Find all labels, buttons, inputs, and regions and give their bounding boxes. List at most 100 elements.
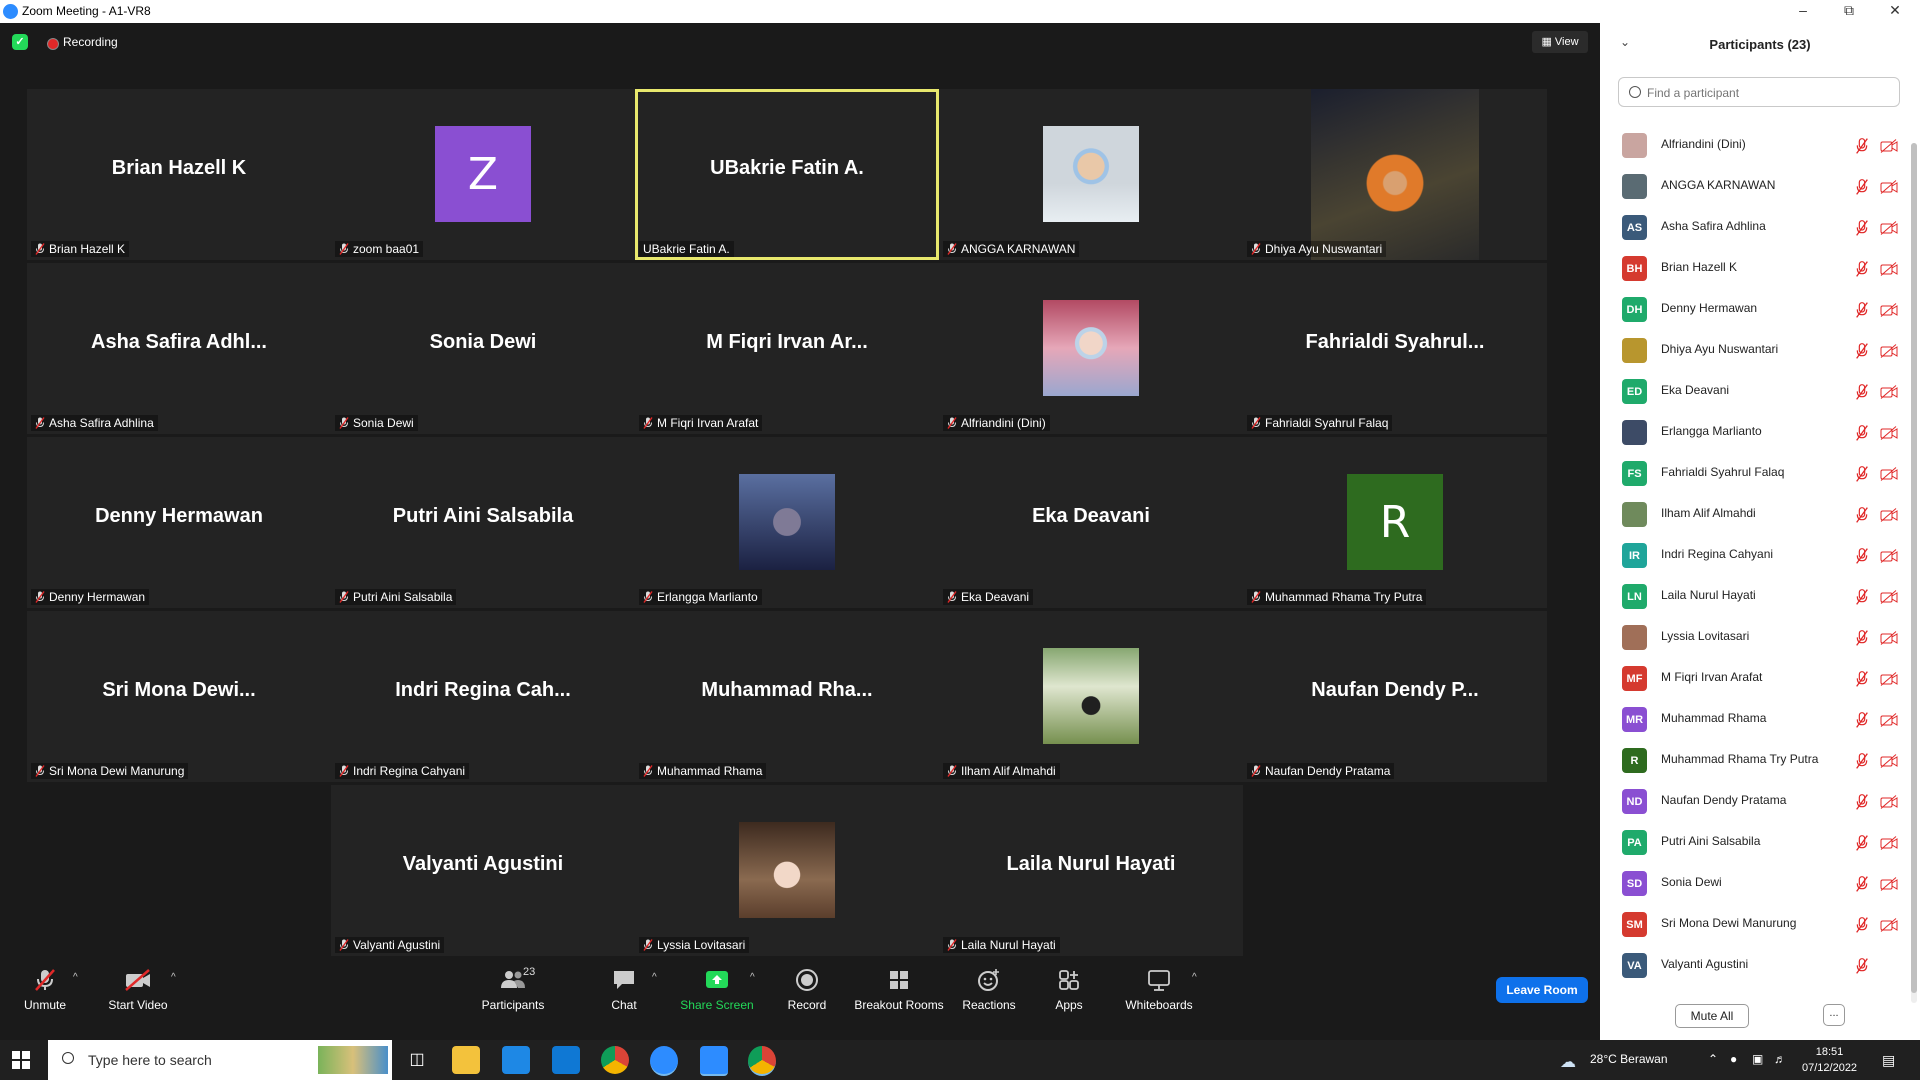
participant-row[interactable]: Lyssia Lovitasari — [1600, 616, 1912, 657]
video-tile[interactable]: R Muhammad Rhama Try Putra — [1243, 437, 1547, 608]
camera-off-icon[interactable] — [1880, 836, 1898, 850]
volume-icon[interactable]: ♬ — [1774, 1052, 1786, 1066]
weather-text[interactable]: 28°C Berawan — [1590, 1052, 1668, 1066]
participant-row[interactable]: VA Valyanti Agustini — [1600, 944, 1912, 984]
video-tile[interactable]: Denny Hermawan Denny Hermawan — [27, 437, 331, 608]
microphone-muted-icon[interactable] — [1855, 466, 1869, 482]
scrollbar-thumb[interactable] — [1911, 143, 1917, 993]
video-tile[interactable]: Asha Safira Adhl... Asha Safira Adhlina — [27, 263, 331, 434]
notification-icon[interactable]: ▤ — [1882, 1052, 1895, 1069]
camera-off-icon[interactable] — [1880, 754, 1898, 768]
camera-off-icon[interactable] — [1880, 672, 1898, 686]
microphone-muted-icon[interactable] — [1855, 507, 1869, 523]
video-tile[interactable]: Muhammad Rha... Muhammad Rhama — [635, 611, 939, 782]
participant-row[interactable]: MF M Fiqri Irvan Arafat — [1600, 657, 1912, 698]
camera-off-icon[interactable] — [1880, 508, 1898, 522]
security-shield-icon[interactable]: ✓ — [12, 34, 28, 50]
video-tile[interactable]: Putri Aini Salsabila Putri Aini Salsabila — [331, 437, 635, 608]
camera-off-icon[interactable] — [1880, 795, 1898, 809]
camera-off-icon[interactable] — [1880, 262, 1898, 276]
camera-off-icon[interactable] — [1880, 918, 1898, 932]
participant-row[interactable]: LN Laila Nurul Hayati — [1600, 575, 1912, 616]
participant-row[interactable]: R Muhammad Rhama Try Putra — [1600, 739, 1912, 780]
tray-mic-icon[interactable]: ● — [1730, 1052, 1737, 1066]
video-tile[interactable]: Lyssia Lovitasari — [635, 785, 939, 956]
participant-row[interactable]: BH Brian Hazell K — [1600, 247, 1912, 288]
participant-row[interactable]: SD Sonia Dewi — [1600, 862, 1912, 903]
mute-all-button[interactable]: Mute All — [1675, 1004, 1749, 1028]
microphone-muted-icon[interactable] — [1855, 835, 1869, 851]
participant-row[interactable]: Ilham Alif Almahdi — [1600, 493, 1912, 534]
participant-row[interactable]: ND Naufan Dendy Pratama — [1600, 780, 1912, 821]
close-icon[interactable]: ✕ — [1872, 0, 1918, 23]
file-explorer-icon[interactable] — [452, 1046, 480, 1074]
record-button[interactable]: Record — [762, 968, 852, 1012]
video-tile[interactable]: Naufan Dendy P... Naufan Dendy Pratama — [1243, 611, 1547, 782]
windows-start-icon[interactable] — [12, 1051, 30, 1069]
weather-cloud-icon[interactable]: ☁ — [1560, 1052, 1576, 1072]
microphone-muted-icon[interactable] — [1855, 794, 1869, 810]
microphone-muted-icon[interactable] — [1855, 261, 1869, 277]
camera-off-icon[interactable] — [1880, 467, 1898, 481]
microphone-muted-icon[interactable] — [1855, 876, 1869, 892]
reactions-button[interactable]: Reactions — [944, 968, 1034, 1012]
participant-row[interactable]: ED Eka Deavani — [1600, 370, 1912, 411]
camera-off-icon[interactable] — [1880, 139, 1898, 153]
camera-off-icon[interactable] — [1880, 713, 1898, 727]
video-tile[interactable]: Indri Regina Cah... Indri Regina Cahyani — [331, 611, 635, 782]
video-tile[interactable]: Alfriandini (Dini) — [939, 263, 1243, 434]
camera-off-icon[interactable] — [1880, 631, 1898, 645]
video-tile[interactable]: Sonia Dewi Sonia Dewi — [331, 263, 635, 434]
microphone-muted-icon[interactable] — [1855, 138, 1869, 154]
video-tile[interactable]: Sri Mona Dewi... Sri Mona Dewi Manurung — [27, 611, 331, 782]
microphone-muted-icon[interactable] — [1855, 302, 1869, 318]
minimize-icon[interactable]: – — [1780, 0, 1826, 23]
camera-off-icon[interactable] — [1880, 385, 1898, 399]
video-tile[interactable]: ANGGA KARNAWAN — [939, 89, 1243, 260]
microphone-muted-icon[interactable] — [1855, 671, 1869, 687]
whiteboards-button[interactable]: Whiteboards — [1114, 968, 1204, 1012]
participant-row[interactable]: AS Asha Safira Adhlina — [1600, 206, 1912, 247]
microphone-muted-icon[interactable] — [1855, 220, 1869, 236]
chat-options-caret-icon[interactable]: ^ — [652, 972, 657, 983]
mail-icon[interactable] — [552, 1046, 580, 1074]
video-tile[interactable]: Erlangga Marlianto — [635, 437, 939, 608]
tray-chevron-icon[interactable]: ⌃ — [1708, 1052, 1718, 1066]
video-tile[interactable]: Laila Nurul Hayati Laila Nurul Hayati — [939, 785, 1243, 956]
participant-row[interactable]: IR Indri Regina Cahyani — [1600, 534, 1912, 575]
participant-row[interactable]: Dhiya Ayu Nuswantari — [1600, 329, 1912, 370]
microphone-muted-icon[interactable] — [1855, 548, 1869, 564]
camera-off-icon[interactable] — [1880, 590, 1898, 604]
taskbar-search-box[interactable]: Type here to search — [48, 1040, 392, 1080]
chrome-icon[interactable] — [601, 1046, 629, 1074]
microphone-muted-icon[interactable] — [1855, 958, 1869, 974]
microphone-muted-icon[interactable] — [1855, 343, 1869, 359]
participant-search-input[interactable] — [1645, 83, 1889, 103]
video-tile[interactable]: Zzoom baa01 — [331, 89, 635, 260]
microphone-muted-icon[interactable] — [1855, 712, 1869, 728]
camera-off-icon[interactable] — [1880, 344, 1898, 358]
camera-off-icon[interactable] — [1880, 221, 1898, 235]
video-tile[interactable]: Eka Deavani Eka Deavani — [939, 437, 1243, 608]
camera-off-icon[interactable] — [1880, 180, 1898, 194]
chrome-profile-icon[interactable] — [748, 1046, 776, 1076]
audio-options-caret-icon[interactable]: ^ — [73, 972, 78, 983]
microphone-muted-icon[interactable] — [1855, 425, 1869, 441]
video-tile[interactable]: Valyanti Agustini Valyanti Agustini — [331, 785, 635, 956]
participant-row[interactable]: Erlangga Marlianto — [1600, 411, 1912, 452]
video-options-caret-icon[interactable]: ^ — [171, 972, 176, 983]
microphone-muted-icon[interactable] — [1855, 384, 1869, 400]
participant-row[interactable]: PA Putri Aini Salsabila — [1600, 821, 1912, 862]
network-icon[interactable]: ▣ — [1752, 1052, 1763, 1066]
participants-button[interactable]: 23 Participants — [468, 966, 558, 1012]
apps-button[interactable]: Apps — [1024, 968, 1114, 1012]
breakout-rooms-button[interactable]: Breakout Rooms — [854, 968, 944, 1012]
view-button[interactable]: ▦ View — [1532, 31, 1588, 53]
zoom-taskbar-icon[interactable] — [700, 1046, 728, 1076]
start-video-button[interactable]: Start Video — [93, 968, 183, 1012]
microphone-muted-icon[interactable] — [1855, 917, 1869, 933]
video-tile[interactable]: Dhiya Ayu Nuswantari — [1243, 89, 1547, 260]
whiteboards-options-caret-icon[interactable]: ^ — [1192, 972, 1197, 983]
microphone-muted-icon[interactable] — [1855, 753, 1869, 769]
leave-room-button[interactable]: Leave Room — [1496, 977, 1588, 1003]
